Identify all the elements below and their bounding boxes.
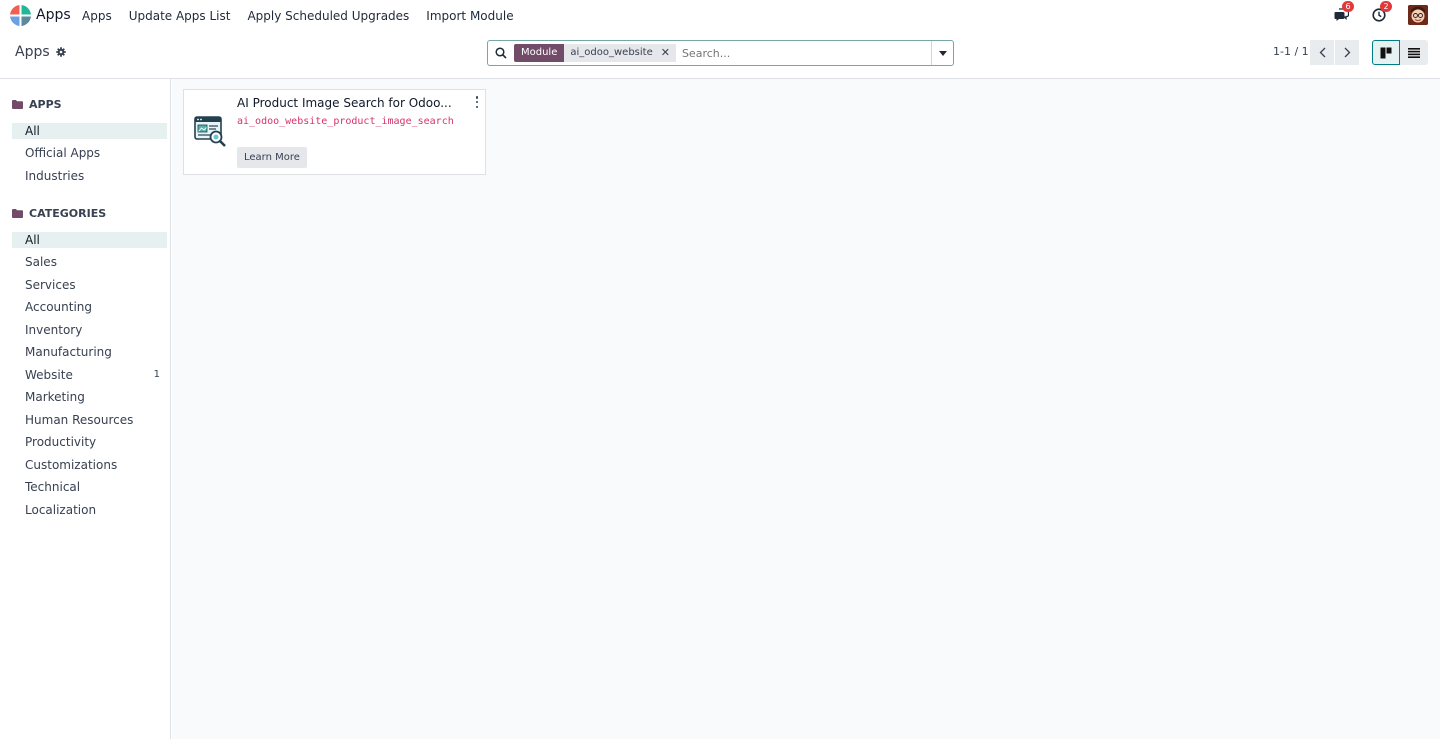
apps-header-label: APPS (29, 98, 62, 111)
search-panel: APPS All Official Apps Industries CATEGO… (0, 79, 171, 739)
search-icon[interactable] (488, 47, 514, 59)
sidebar-item-label: Official Apps (25, 146, 101, 160)
image-search-app-icon (194, 116, 226, 147)
breadcrumb: Apps (15, 44, 66, 60)
sidebar-item-apps-all[interactable]: All (12, 123, 167, 139)
sidebar-item-label: Technical (25, 480, 81, 494)
systray: 6 2 (1332, 1, 1428, 25)
sidebar-item-inventory[interactable]: Inventory (12, 322, 167, 338)
pager-value[interactable]: 1-1 / 1 (1273, 45, 1309, 58)
app-card-title: AI Product Image Search for Odoo... (237, 96, 452, 110)
sidebar-item-human-resources[interactable]: Human Resources (12, 412, 167, 428)
facet-value-text: ai_odoo_website (570, 47, 653, 58)
facet-value: ai_odoo_website ✕ (564, 44, 676, 62)
categories-section-header: CATEGORIES (12, 207, 106, 220)
sidebar-item-label: All (25, 124, 40, 138)
sidebar-item-label: Productivity (25, 435, 97, 449)
sidebar-item-label: Human Resources (25, 413, 134, 427)
apps-section-header: APPS (12, 98, 62, 111)
sidebar-item-label: Accounting (25, 300, 93, 314)
sidebar-item-label: Localization (25, 503, 97, 517)
page-title: Apps (15, 44, 50, 60)
sidebar-item-manufacturing[interactable]: Manufacturing (12, 344, 167, 360)
pager-previous-button[interactable] (1310, 40, 1334, 65)
categories-header-label: CATEGORIES (29, 207, 107, 220)
activities-button[interactable]: 2 (1370, 1, 1392, 24)
menu-item-import-module[interactable]: Import Module (426, 9, 513, 23)
sidebar-item-accounting[interactable]: Accounting (12, 299, 167, 315)
sidebar-item-technical[interactable]: Technical (12, 479, 167, 495)
sidebar-item-label: Sales (25, 255, 57, 269)
sidebar-item-label: All (25, 233, 40, 247)
chevron-right-icon (1344, 47, 1350, 58)
sidebar-item-customizations[interactable]: Customizations (12, 457, 167, 473)
activities-badge: 2 (1380, 1, 1392, 12)
learn-more-button[interactable]: Learn More (237, 147, 307, 168)
sidebar-item-productivity[interactable]: Productivity (12, 434, 167, 450)
caret-down-icon (938, 50, 947, 56)
messages-badge: 6 (1342, 1, 1354, 12)
facet-label: Module (514, 44, 565, 62)
kanban-view-button[interactable] (1372, 40, 1400, 65)
sidebar-item-services[interactable]: Services (12, 277, 167, 293)
sidebar-item-label: Services (25, 278, 76, 292)
card-dropdown-kebab-icon[interactable] (474, 96, 480, 108)
sidebar-item-label: Inventory (25, 323, 83, 337)
top-navbar: Apps Apps Update Apps List Apply Schedul… (0, 0, 1440, 32)
gear-icon[interactable] (55, 47, 66, 57)
list-icon (1408, 47, 1420, 58)
app-name[interactable]: Apps (36, 7, 71, 23)
chevron-left-icon (1319, 47, 1325, 58)
menu-item-apps[interactable]: Apps (82, 9, 112, 23)
main-menu: Apps Update Apps List Apply Scheduled Up… (82, 9, 531, 23)
list-view-button[interactable] (1400, 40, 1428, 65)
app-card-technical-name: ai_odoo_website_product_image_search (237, 116, 454, 127)
remove-facet-close-icon[interactable]: ✕ (661, 44, 670, 62)
user-avatar[interactable] (1408, 5, 1428, 25)
sidebar-item-localization[interactable]: Localization (12, 502, 167, 518)
sidebar-item-label: Industries (25, 169, 85, 183)
menu-item-apply-scheduled-upgrades[interactable]: Apply Scheduled Upgrades (247, 9, 409, 23)
sidebar-item-label: Manufacturing (25, 345, 112, 359)
menu-item-update-apps-list[interactable]: Update Apps List (129, 9, 231, 23)
search-options-toggle[interactable] (931, 41, 953, 65)
sidebar-item-website[interactable]: Website 1 (12, 367, 167, 383)
folder-icon (12, 100, 23, 109)
kanban-view: AI Product Image Search for Odoo... ai_o… (172, 79, 1440, 739)
sidebar-item-label: Website (25, 368, 73, 382)
app-card[interactable]: AI Product Image Search for Odoo... ai_o… (183, 89, 486, 175)
kanban-icon (1380, 47, 1392, 58)
pager-next-button[interactable] (1335, 40, 1359, 65)
sidebar-item-official-apps[interactable]: Official Apps (12, 145, 167, 161)
messages-button[interactable]: 6 (1332, 1, 1354, 24)
sidebar-item-marketing[interactable]: Marketing (12, 389, 167, 405)
user-avatar-icon (1408, 5, 1428, 25)
sidebar-item-industries[interactable]: Industries (12, 168, 167, 184)
sidebar-item-label: Marketing (25, 390, 85, 404)
sidebar-item-sales[interactable]: Sales (12, 254, 167, 270)
search-facet: Module ai_odoo_website ✕ (514, 44, 676, 62)
category-count: 1 (153, 369, 160, 380)
sidebar-item-category-all[interactable]: All (12, 232, 167, 248)
search-input[interactable] (681, 46, 931, 60)
search-bar: Module ai_odoo_website ✕ (487, 40, 954, 66)
apps-logo-icon[interactable] (10, 5, 31, 26)
sidebar-item-label: Customizations (25, 458, 118, 472)
folder-icon (12, 209, 23, 218)
